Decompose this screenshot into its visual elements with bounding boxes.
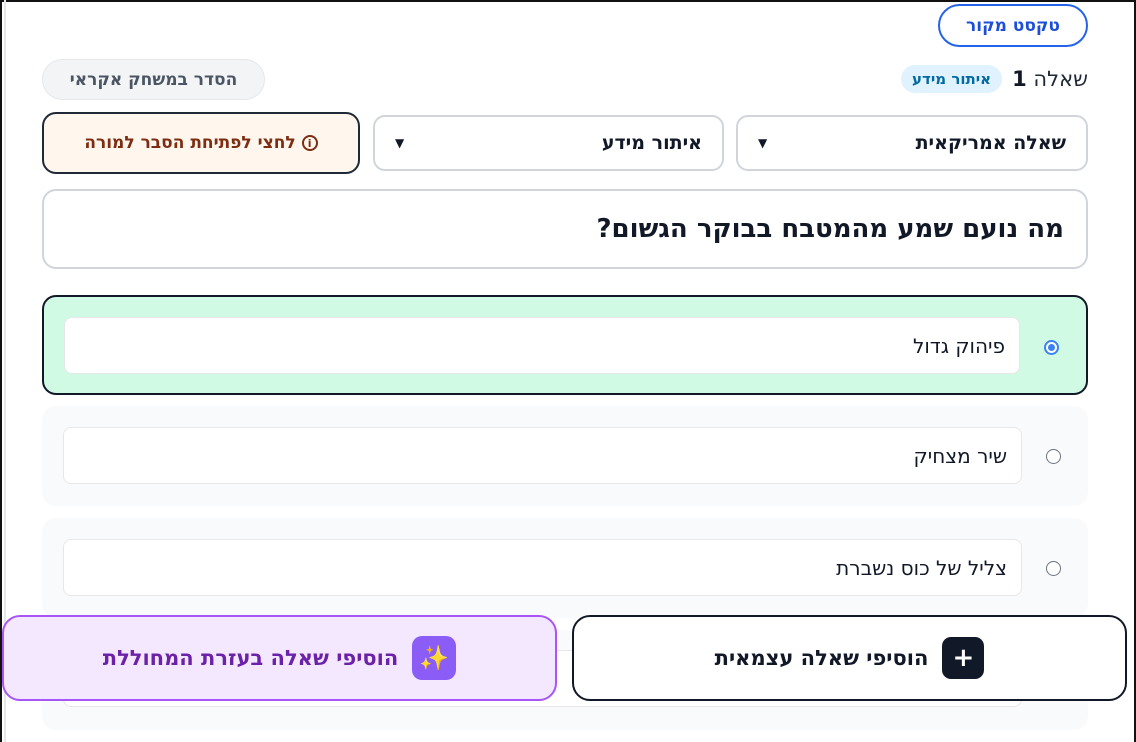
add-ai-question-label: הוסיפי שאלה בעזרת המחוללת — [102, 646, 399, 670]
answer-option-1: פיהוק גדול — [42, 295, 1088, 395]
add-ai-question-button[interactable]: ✨ הוסיפי שאלה בעזרת המחוללת — [2, 615, 557, 701]
chevron-down-icon: ▼ — [395, 136, 405, 150]
answer-text-2: שיר מצחיק — [913, 443, 1007, 468]
question-text: מה נועם שמע מהמטבח בבוקר הגשום? — [596, 214, 1064, 244]
question-category-value: איתור מידע — [601, 132, 702, 154]
info-icon: i — [301, 135, 318, 151]
answer-input-3[interactable]: צליל של כוס נשברת — [63, 539, 1022, 596]
add-self-question-label: הוסיפי שאלה עצמאית — [714, 646, 929, 670]
answer-option-3: צליל של כוס נשברת — [42, 518, 1088, 618]
question-tag-badge: איתור מידע — [901, 65, 1003, 93]
shuffle-order-button[interactable]: הסדר במשחק אקראי — [42, 59, 265, 100]
question-header: שאלה 1 איתור מידע — [901, 62, 1088, 96]
add-self-question-button[interactable]: + הוסיפי שאלה עצמאית — [572, 615, 1127, 701]
sparkle-icon: ✨ — [412, 636, 457, 680]
question-type-select[interactable]: שאלה אמריקאית ▼ — [736, 115, 1088, 171]
answer-radio-3[interactable] — [1046, 561, 1061, 576]
source-text-button[interactable]: טקסט מקור — [938, 4, 1088, 47]
answer-option-2: שיר מצחיק — [42, 406, 1088, 506]
chevron-down-icon: ▼ — [758, 136, 768, 150]
correct-answer-radio[interactable] — [1044, 340, 1059, 355]
answer-text-1: פיהוק גדול — [912, 333, 1005, 358]
answer-radio-2[interactable] — [1046, 449, 1061, 464]
teacher-hint-button[interactable]: i לחצי לפתיחת הסבר למורה — [42, 112, 360, 174]
question-prefix: שאלה 1 — [1012, 67, 1088, 91]
answer-input-1[interactable]: פיהוק גדול — [64, 317, 1020, 374]
question-text-input[interactable]: מה נועם שמע מהמטבח בבוקר הגשום? — [42, 189, 1088, 269]
answer-input-2[interactable]: שיר מצחיק — [63, 427, 1022, 484]
question-type-value: שאלה אמריקאית — [915, 132, 1066, 154]
answer-text-3: צליל של כוס נשברת — [836, 555, 1007, 580]
question-category-select[interactable]: איתור מידע ▼ — [373, 115, 724, 171]
plus-icon: + — [942, 637, 985, 679]
question-number: 1 — [1012, 67, 1027, 91]
teacher-hint-label: לחצי לפתיחת הסבר למורה — [84, 133, 296, 153]
